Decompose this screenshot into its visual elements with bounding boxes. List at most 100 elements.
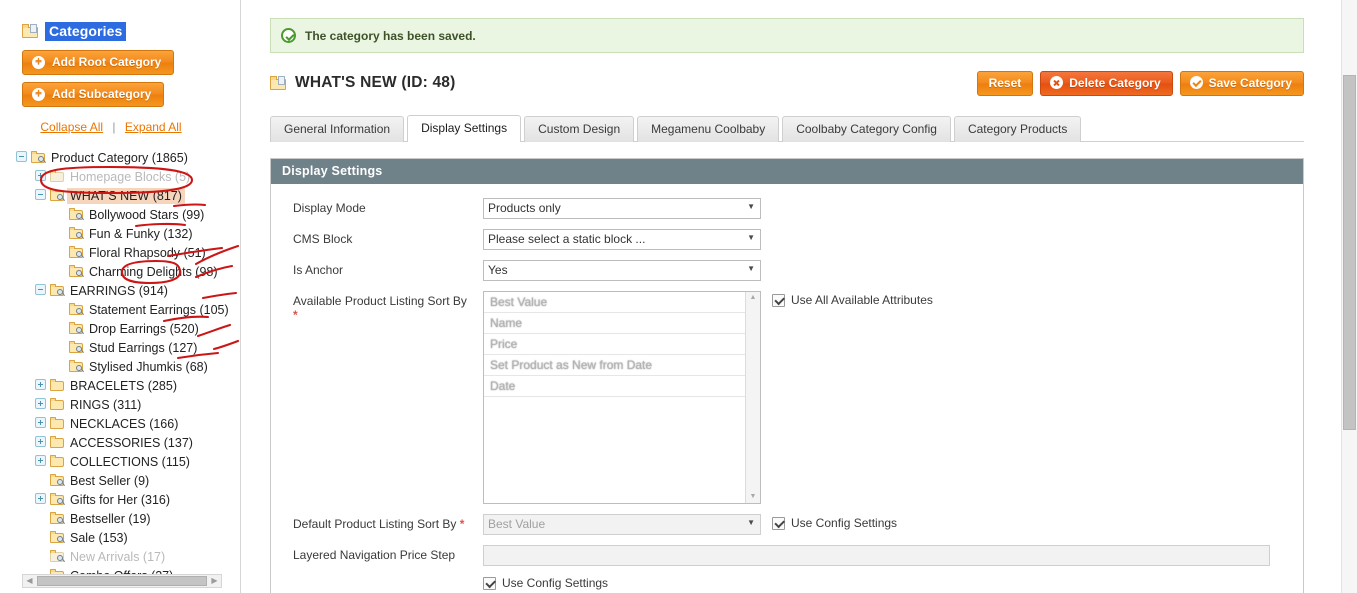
display-mode-select-wrap[interactable]: Products only [483,198,761,219]
tree-node-label[interactable]: Homepage Blocks (5) [70,170,190,184]
tree-node[interactable]: Best Seller (9) [8,471,240,490]
tab-custom-design[interactable]: Custom Design [524,116,635,142]
toggle-box[interactable] [35,493,46,504]
tree-node[interactable]: New Arrivals (17) [8,547,240,566]
display-mode-select[interactable]: Products only [483,198,761,219]
expand-node-icon[interactable] [35,417,48,430]
tree-node-label[interactable]: Product Category (1865) [51,151,188,165]
toggle-box[interactable] [16,151,27,162]
price-step-use-config-label[interactable]: Use Config Settings [502,576,608,590]
tab-category-products[interactable]: Category Products [953,116,1082,142]
tree-node[interactable]: Homepage Blocks (5) [8,167,240,186]
tree-node[interactable]: COLLECTIONS (115) [8,452,240,471]
tree-node[interactable]: Stylised Jhumkis (68) [8,357,240,376]
tree-node[interactable]: Statement Earrings (105) [8,300,240,319]
tab-display-settings[interactable]: Display Settings [407,115,522,142]
tree-node-label[interactable]: Charming Delights (98) [89,265,218,279]
tree-node[interactable]: Bollywood Stars (99) [8,205,240,224]
expand-node-icon[interactable] [35,398,48,411]
tree-node[interactable]: NECKLACES (166) [8,414,240,433]
tree-node-label[interactable]: Fun & Funky (132) [89,227,193,241]
tree-node[interactable]: Sale (153) [8,528,240,547]
tree-node-label[interactable]: BRACELETS (285) [70,379,177,393]
tree-node[interactable]: Product Category (1865) [8,148,240,167]
tree-node-label[interactable]: Sale (153) [70,531,128,545]
tab-coolbaby-category-config[interactable]: Coolbaby Category Config [782,116,951,142]
tree-node-label[interactable]: Stud Earrings (127) [89,341,197,355]
scroll-up-arrow-icon[interactable]: ▲ [750,294,757,302]
toggle-box[interactable] [35,398,46,409]
sort-by-option[interactable]: Date [484,376,745,397]
expand-node-icon[interactable] [35,493,48,506]
toggle-box[interactable] [35,436,46,447]
page-scrollbar[interactable] [1341,0,1357,593]
available-sort-by-option-list[interactable]: Best Value Name Price Set Product as New fr… [484,292,745,503]
tree-node[interactable]: Stud Earrings (127) [8,338,240,357]
tree-node[interactable]: EARRINGS (914) [8,281,240,300]
toggle-box[interactable] [35,284,46,295]
add-root-category-button[interactable]: + Add Root Category [22,50,175,75]
reset-button[interactable]: Reset [976,70,1034,96]
tree-node-label[interactable]: Bollywood Stars (99) [89,208,204,222]
use-all-attributes-label[interactable]: Use All Available Attributes [791,293,933,307]
price-step-use-config-checkbox[interactable] [483,576,496,590]
add-subcategory-button[interactable]: + Add Subcategory [22,82,165,107]
tree-node[interactable]: Floral Rhapsody (51) [8,243,240,262]
expand-node-icon[interactable] [35,455,48,468]
expand-all-link[interactable]: Expand All [125,120,182,134]
tree-node-label[interactable]: RINGS (311) [70,398,141,412]
expand-node-icon[interactable] [35,170,48,183]
sort-by-option[interactable]: Set Product as New from Date [484,355,745,376]
delete-category-button[interactable]: Delete Category [1040,70,1173,96]
cms-block-select[interactable]: Please select a static block ... [483,229,761,250]
scroll-right-arrow-icon[interactable]: ▶ [208,575,221,587]
sort-by-option[interactable]: Name [484,313,745,334]
tab-megamenu-coolbaby[interactable]: Megamenu Coolbaby [637,116,780,142]
collapse-node-icon[interactable] [16,151,29,164]
default-sort-use-config-checkbox[interactable] [772,516,785,530]
tree-node[interactable]: WHAT'S NEW (817) [8,186,240,205]
scrollbar-thumb[interactable] [37,576,207,586]
is-anchor-select-wrap[interactable]: Yes [483,260,761,281]
tree-node-label[interactable]: Bestseller (19) [70,512,151,526]
tree-node[interactable]: Charming Delights (98) [8,262,240,281]
toggle-box[interactable] [35,417,46,428]
expand-node-icon[interactable] [35,379,48,392]
sort-by-option[interactable]: Best Value [484,292,745,313]
tree-node[interactable]: Bestseller (19) [8,509,240,528]
multiselect-scrollbar[interactable]: ▲ ▼ [745,292,760,503]
tree-node[interactable]: RINGS (311) [8,395,240,414]
tree-node-label[interactable]: New Arrivals (17) [70,550,165,564]
toggle-box[interactable] [35,189,46,200]
scroll-left-arrow-icon[interactable]: ◀ [23,575,36,587]
sidebar-horizontal-scrollbar[interactable]: ◀ ▶ [22,574,222,588]
tree-node[interactable]: Drop Earrings (520) [8,319,240,338]
collapse-node-icon[interactable] [35,284,48,297]
page-scrollbar-thumb[interactable] [1343,75,1356,430]
cms-block-select-wrap[interactable]: Please select a static block ... [483,229,761,250]
tree-node-label[interactable]: Gifts for Her (316) [70,493,170,507]
collapse-node-icon[interactable] [35,189,48,202]
tree-node-label[interactable]: Drop Earrings (520) [89,322,199,336]
tree-node-label[interactable]: COLLECTIONS (115) [70,455,190,469]
tree-node-label[interactable]: Statement Earrings (105) [89,303,229,317]
use-all-attributes-checkbox[interactable] [772,293,785,307]
is-anchor-select[interactable]: Yes [483,260,761,281]
expand-node-icon[interactable] [35,436,48,449]
toggle-box[interactable] [35,170,46,181]
tree-node-label[interactable]: ACCESSORIES (137) [70,436,193,450]
tree-node-label[interactable]: EARRINGS (914) [70,284,168,298]
tree-node-label[interactable]: NECKLACES (166) [70,417,178,431]
tree-node[interactable]: Gifts for Her (316) [8,490,240,509]
tree-node-label[interactable]: Stylised Jhumkis (68) [89,360,208,374]
toggle-box[interactable] [35,379,46,390]
tree-node-label[interactable]: WHAT'S NEW (817) [67,187,185,204]
toggle-box[interactable] [35,455,46,466]
save-category-button[interactable]: Save Category [1179,70,1304,96]
available-sort-by-multiselect[interactable]: Best Value Name Price Set Product as New fr… [483,291,761,504]
sort-by-option[interactable]: Price [484,334,745,355]
scroll-down-arrow-icon[interactable]: ▼ [750,493,757,501]
tree-node[interactable]: ACCESSORIES (137) [8,433,240,452]
tree-node-label[interactable]: Best Seller (9) [70,474,149,488]
tree-node[interactable]: Fun & Funky (132) [8,224,240,243]
